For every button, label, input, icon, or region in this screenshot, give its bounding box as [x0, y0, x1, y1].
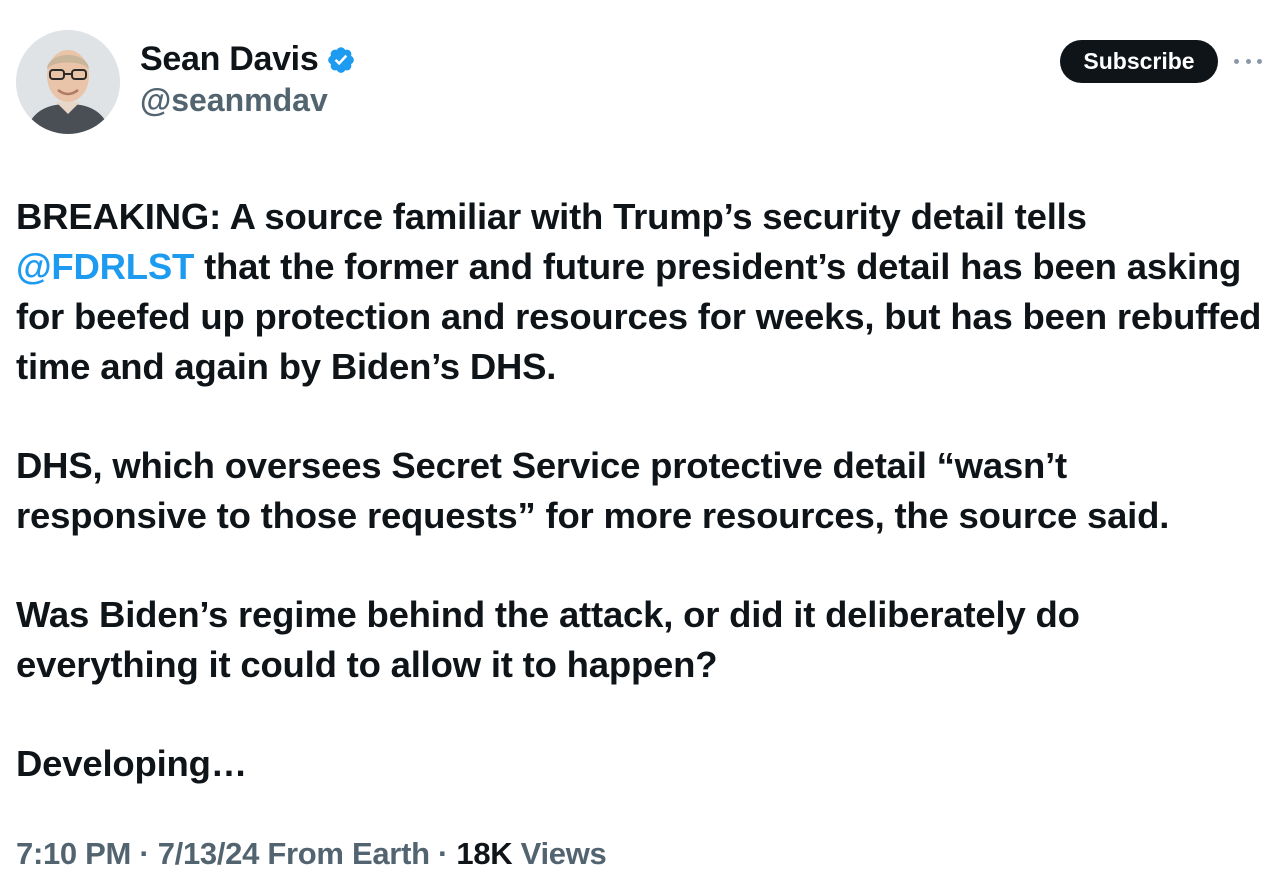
- tweet-text-segment: that the former and future president’s d…: [16, 246, 1262, 387]
- meta-separator: ·: [131, 836, 158, 871]
- author-handle[interactable]: @seanmdav: [140, 82, 328, 119]
- avatar[interactable]: [16, 30, 120, 134]
- tweet-date[interactable]: 7/13/24: [158, 836, 260, 871]
- meta-separator: ·: [429, 836, 457, 871]
- views-label[interactable]: Views: [512, 836, 607, 871]
- ellipsis-dot: [1257, 58, 1262, 64]
- tweet-text-segment: BREAKING: A source familiar with Trump’s…: [16, 196, 1087, 237]
- tweet-meta: 7:10 PM · 7/13/24 From Earth · 18K Views: [16, 836, 607, 872]
- ellipsis-icon[interactable]: [1234, 50, 1262, 72]
- tweet-paragraph-1: BREAKING: A source familiar with Trump’s…: [16, 192, 1266, 392]
- ellipsis-dot: [1234, 58, 1239, 64]
- tweet-paragraph-3: Was Biden’s regime behind the attack, or…: [16, 594, 1080, 685]
- verified-badge-icon: [328, 46, 355, 73]
- tweet-source: From Earth: [259, 836, 430, 871]
- tweet-card: Sean Davis @seanmdav Subscribe BREAKING:…: [0, 0, 1280, 896]
- ellipsis-dot: [1245, 58, 1251, 64]
- tweet-text: BREAKING: A source familiar with Trump’s…: [16, 192, 1266, 789]
- avatar-image: [16, 30, 120, 134]
- tweet-paragraph-4: Developing…: [16, 743, 248, 784]
- mention-link[interactable]: @FDRLST: [16, 246, 194, 287]
- views-count[interactable]: 18K: [456, 836, 512, 871]
- author-name-row: Sean Davis: [140, 40, 356, 79]
- tweet-time[interactable]: 7:10 PM: [16, 836, 131, 871]
- subscribe-button[interactable]: Subscribe: [1060, 40, 1218, 83]
- tweet-paragraph-2: DHS, which oversees Secret Service prote…: [16, 445, 1170, 536]
- author-display-name[interactable]: Sean Davis: [140, 40, 319, 79]
